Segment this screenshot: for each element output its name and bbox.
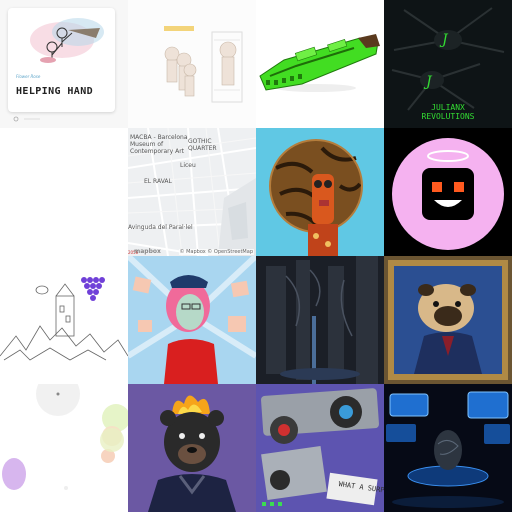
map-label-raval: EL RAVAL	[144, 178, 172, 185]
info-icon	[13, 116, 40, 122]
julianx-revolutions-tile[interactable]: J J JULIANX REVOLUTIONS	[384, 0, 512, 128]
flame-bear-tile[interactable]	[128, 384, 256, 512]
chibi-sketch-tile[interactable]	[128, 0, 256, 128]
nft-gallery-grid: Flower Rose HELPING HAND J J JULIANX REV…	[0, 0, 512, 512]
julianx-subtitle: REVOLUTIONS	[421, 112, 475, 121]
pug-portrait-image	[384, 256, 512, 384]
tiger-sphere-character-tile[interactable]	[256, 128, 384, 256]
turntables-image: WHAT A SURPRISE	[256, 384, 384, 512]
pastel-bubbles-image	[2, 384, 128, 490]
map-attribution[interactable]: © Mapbox © OpenStreetMap	[178, 249, 254, 255]
sketch-figures-image	[164, 26, 243, 103]
map-label-paral: Avinguda del Paral·lel	[128, 224, 193, 231]
map-label-macba: MACBA - Barcelona Museum of Contemporary…	[130, 134, 188, 155]
monitors-egg-tile[interactable]	[384, 384, 512, 512]
blank-tile[interactable]	[0, 128, 128, 256]
green-vehicle-tile[interactable]	[256, 0, 384, 128]
what-a-surprise-tile[interactable]: WHAT A SURPRISE	[256, 384, 384, 512]
monitors-egg-image	[384, 384, 512, 512]
pink-circle-robot-tile[interactable]	[384, 128, 512, 256]
pug-portrait-tile[interactable]	[384, 256, 512, 384]
robot-face-image	[384, 128, 512, 256]
pastel-bubbles-tile[interactable]	[0, 384, 128, 512]
mountain-castle-sketch-tile[interactable]	[0, 256, 128, 384]
pink-hair-woman-tile[interactable]	[128, 256, 256, 384]
tiger-sphere-image	[256, 128, 384, 256]
pink-hair-woman-image	[128, 256, 256, 384]
mapbox-logo[interactable]: mapbox	[134, 248, 161, 255]
corridor-image	[256, 256, 384, 384]
map-label-gothic: GOTHIC QUARTER	[188, 138, 217, 152]
helping-hand-card[interactable]: Flower Rose HELPING HAND	[0, 0, 128, 128]
green-hover-vehicle-image	[259, 34, 380, 92]
barcelona-map-tile[interactable]: MACBA - Barcelona Museum of Contemporary…	[128, 128, 256, 256]
dark-corridor-tile[interactable]	[256, 256, 384, 384]
castle-sketch-image	[0, 277, 128, 361]
julianx-title: JULIANX	[431, 103, 465, 112]
map-label-liceu: Liceu	[180, 162, 196, 169]
flame-bear-image	[128, 384, 256, 512]
